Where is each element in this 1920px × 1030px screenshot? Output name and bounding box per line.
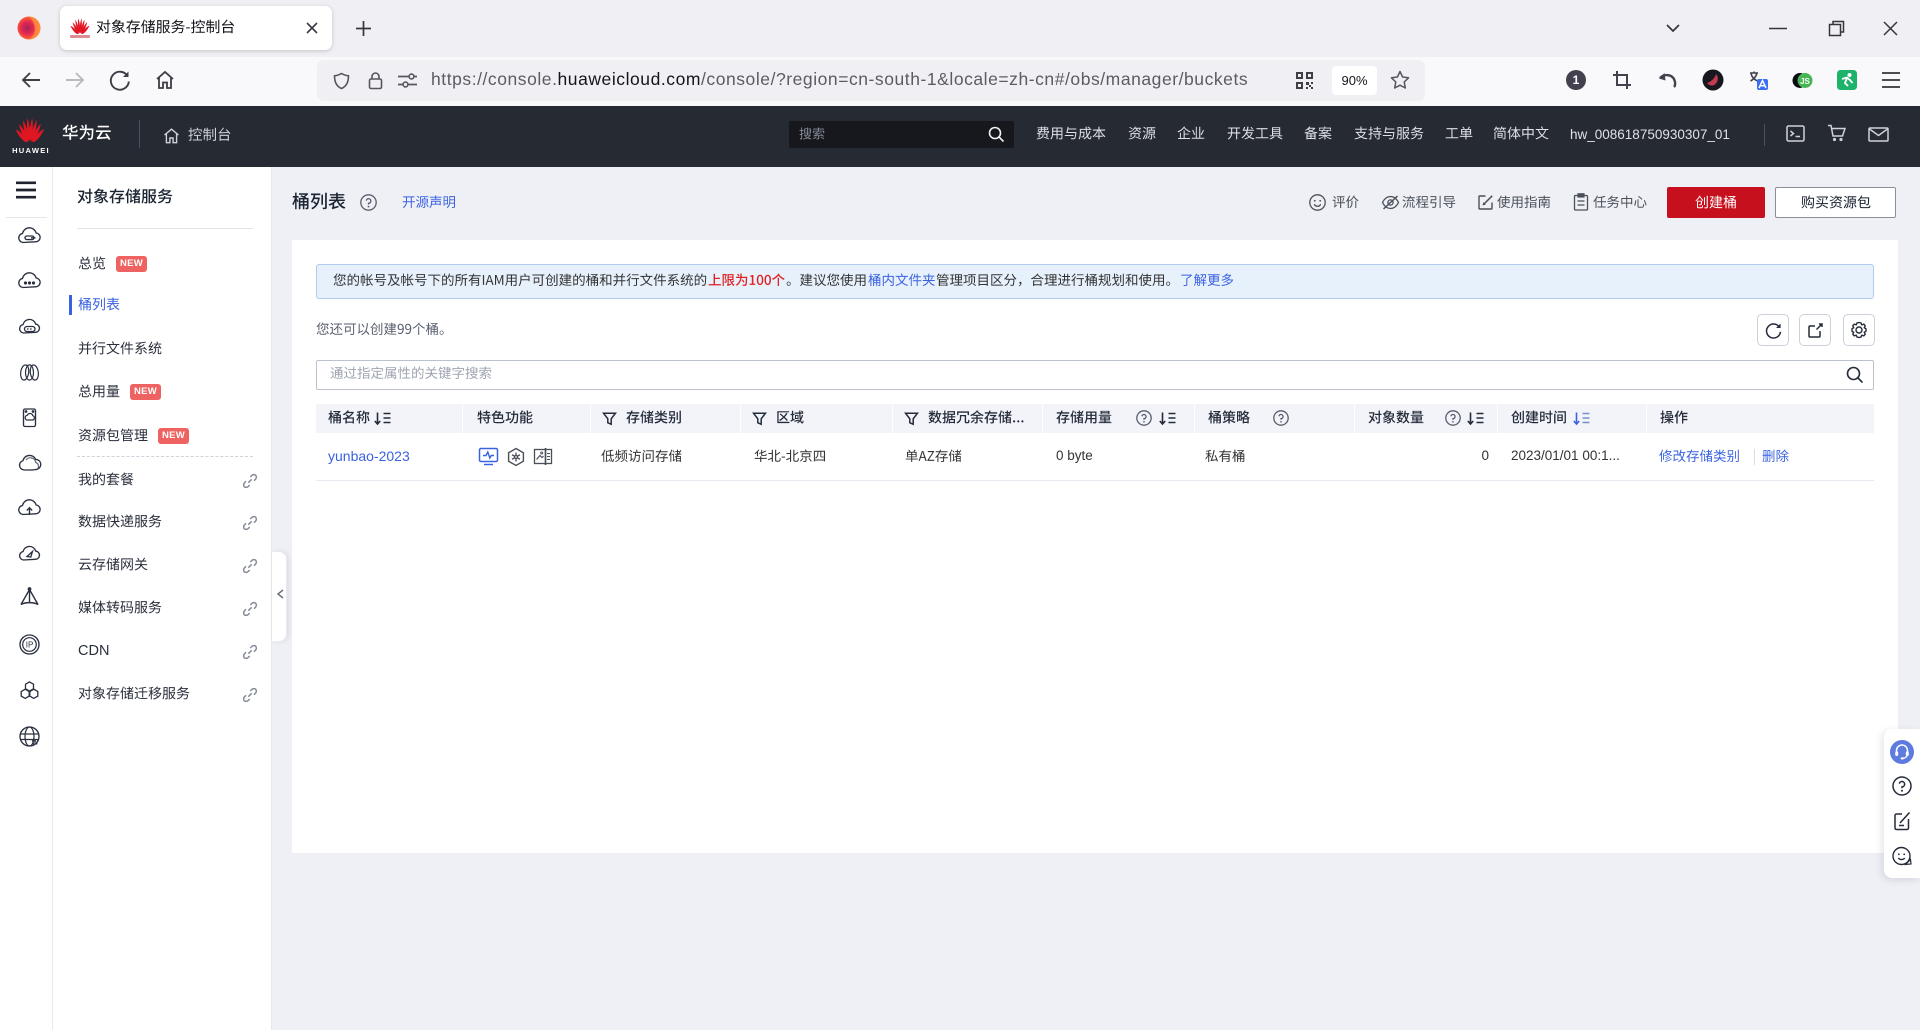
svg-text:IP: IP [26,641,34,650]
svg-text:JS: JS [1800,77,1810,86]
svg-text:W: W [32,740,39,747]
